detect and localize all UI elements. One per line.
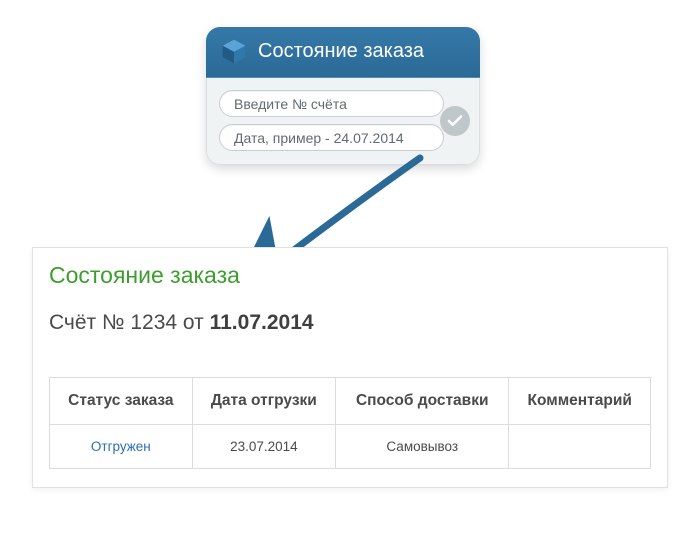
table-header-row: Статус заказа Дата отгрузки Способ доста… [50, 378, 651, 425]
invoice-separator: от [177, 311, 210, 334]
cell-comment [509, 425, 651, 469]
invoice-date: 11.07.2014 [210, 311, 314, 334]
widget-body [206, 78, 480, 165]
panel-title: Состояние заказа [49, 262, 651, 289]
col-delivery: Способ доставки [336, 378, 509, 425]
invoice-line: Счёт № 1234 от 11.07.2014 [49, 311, 651, 335]
box-icon [220, 37, 248, 65]
col-ship-date: Дата отгрузки [192, 378, 335, 425]
cell-ship-date: 23.07.2014 [192, 425, 335, 469]
cell-delivery: Самовывоз [336, 425, 509, 469]
order-status-panel: Состояние заказа Счёт № 1234 от 11.07.20… [32, 247, 668, 488]
table-row: Отгружен 23.07.2014 Самовывоз [50, 425, 651, 469]
order-status-widget: Состояние заказа [206, 27, 480, 165]
account-number-input[interactable] [219, 90, 444, 117]
col-status: Статус заказа [50, 378, 193, 425]
widget-title: Состояние заказа [258, 40, 424, 63]
widget-header: Состояние заказа [206, 27, 480, 78]
submit-button[interactable] [440, 106, 470, 136]
status-table: Статус заказа Дата отгрузки Способ доста… [49, 377, 651, 469]
invoice-number: 1234 [130, 311, 177, 334]
date-input[interactable] [219, 124, 444, 151]
col-comment: Комментарий [509, 378, 651, 425]
invoice-prefix: Счёт № [49, 311, 130, 334]
checkmark-icon [446, 112, 464, 130]
cell-status[interactable]: Отгружен [50, 425, 193, 469]
